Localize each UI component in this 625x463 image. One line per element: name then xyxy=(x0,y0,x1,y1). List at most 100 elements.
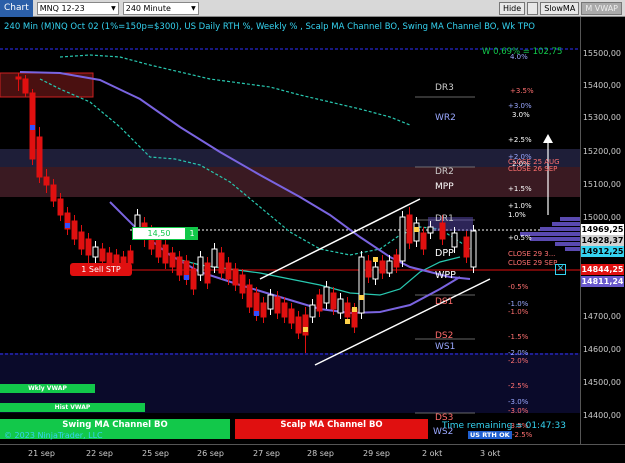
close-293-label: CLOSE 29 3... xyxy=(508,250,556,258)
pct-label: +2.5% xyxy=(508,136,532,144)
candle-body xyxy=(106,252,113,264)
signal-marker xyxy=(373,257,378,262)
panel-toggle-button[interactable] xyxy=(527,1,539,15)
order-price-box[interactable]: 14,50 xyxy=(132,227,186,240)
signal-marker xyxy=(359,295,364,300)
pct-label: 1.0% xyxy=(508,211,526,219)
chart-tab[interactable]: Chart xyxy=(0,0,33,17)
candle-body xyxy=(316,294,323,312)
candle-body xyxy=(399,216,406,262)
price-tick: 14500,00 xyxy=(582,378,621,387)
candle-body xyxy=(281,302,288,318)
price-tag: 14811,24 xyxy=(581,276,624,287)
candle-body xyxy=(246,284,253,308)
candle-body xyxy=(50,184,57,202)
candle-body xyxy=(288,308,295,324)
wr2-label: WR2 xyxy=(435,113,456,123)
candle-body xyxy=(420,232,427,250)
mpp-label: MPP xyxy=(435,182,454,192)
signal-marker xyxy=(303,327,308,332)
candle-body xyxy=(344,302,351,318)
chart-toolbar: Chart MNQ 12-23 ▼ 240 Minute ▼ Hide Slow… xyxy=(0,0,625,17)
m-vwap-button[interactable]: M VWAP xyxy=(581,1,622,15)
candle-series xyxy=(15,73,477,353)
close-sep-label: CLOSE 26 SEP xyxy=(508,165,558,173)
candle-body xyxy=(57,198,64,216)
order-qty-box[interactable]: 1 xyxy=(186,227,198,240)
dr1-label: DR1 xyxy=(435,214,454,224)
pct-label: +3.0% xyxy=(508,102,532,110)
time-tick: 2 okt xyxy=(422,449,443,458)
candle-body xyxy=(330,292,337,310)
candle-body xyxy=(239,274,246,294)
candle-body xyxy=(71,220,78,240)
price-tick: 15100,00 xyxy=(582,180,621,189)
signal-marker xyxy=(30,125,35,130)
price-tag: 14969,25 xyxy=(581,224,624,235)
channel-lower-line xyxy=(314,278,491,366)
hide-button[interactable]: Hide xyxy=(498,1,526,15)
price-tick: 14400,00 xyxy=(582,411,621,420)
sell-stop-order[interactable]: 1 Sell STP xyxy=(70,263,132,276)
candle-body xyxy=(169,252,176,268)
pct-label: -0.5% xyxy=(508,283,529,291)
candle-body xyxy=(225,262,232,280)
candle-body xyxy=(386,260,393,274)
time-tick: 3 okt xyxy=(480,449,501,458)
time-axis[interactable]: 21 sep 22 sep 25 sep 26 sep 27 sep 28 se… xyxy=(0,444,625,463)
time-tick: 25 sep xyxy=(142,449,169,458)
candle-body xyxy=(197,256,204,276)
interval-selector[interactable]: 240 Minute ▼ xyxy=(122,1,199,15)
candle-body xyxy=(463,236,470,258)
candle-body xyxy=(204,262,211,284)
signal-marker xyxy=(184,275,189,280)
close-order-icon[interactable]: ✕ xyxy=(555,264,566,275)
chevron-down-icon: ▼ xyxy=(111,4,116,12)
hist-vwap-bar: Hist VWAP xyxy=(0,403,145,412)
teal-upper-line xyxy=(59,54,411,126)
price-tick: 14700,00 xyxy=(582,312,621,321)
candle-body xyxy=(372,266,379,280)
pct-label: -1.5% xyxy=(508,333,529,341)
signal-marker xyxy=(414,227,419,232)
pct-label: -1.0% xyxy=(508,300,529,308)
candle-body xyxy=(393,254,400,268)
us-rth-badge: US RTH OK xyxy=(468,431,512,439)
price-tick: 15300,00 xyxy=(582,113,621,122)
pct-label: -2.0% xyxy=(508,357,529,365)
instrument-selector[interactable]: MNQ 12-23 ▼ xyxy=(36,1,119,15)
candle-body xyxy=(92,246,99,258)
signal-marker xyxy=(352,307,357,312)
dpp-label: DPP xyxy=(435,248,454,259)
time-tick: 22 sep xyxy=(86,449,113,458)
candle-body xyxy=(260,302,267,318)
time-tick: 21 sep xyxy=(28,449,55,458)
pct-label: -2.5% xyxy=(512,431,533,439)
pct-label: +3.5% xyxy=(510,87,534,95)
candle-body xyxy=(85,238,92,256)
time-tick: 29 sep xyxy=(363,449,390,458)
candle-body xyxy=(211,248,218,268)
price-axis[interactable]: 15500,00 15400,00 15300,00 15200,00 1510… xyxy=(580,17,625,444)
pct-label: -2.5% xyxy=(508,382,529,390)
chart-canvas xyxy=(0,48,580,414)
price-tag: 14912,25 xyxy=(581,246,624,257)
pct-label: -2.0% xyxy=(508,349,529,357)
candle-body xyxy=(427,226,434,234)
candle-body xyxy=(439,222,446,240)
pct-label: +1.5% xyxy=(508,185,532,193)
wpp-label: WPP xyxy=(435,270,456,281)
candle-body xyxy=(337,298,344,314)
candle-body xyxy=(406,214,413,244)
signal-marker xyxy=(65,223,70,228)
price-chart[interactable]: 240 Min (M)NQ Oct 02 (1%=150p=$300), US … xyxy=(0,17,580,444)
copyright-label: © 2023 NinjaTrader, LLC xyxy=(4,431,103,440)
pct-label: -1.0% xyxy=(508,308,529,316)
candle-body xyxy=(274,296,281,314)
price-tick: 15200,00 xyxy=(582,147,621,156)
pct-label: +0.5% xyxy=(508,234,532,242)
candle-body xyxy=(232,268,239,286)
pct-label: 3.0% xyxy=(512,111,530,119)
slow-ma-button[interactable]: SlowMA xyxy=(540,1,580,15)
candle-body xyxy=(365,260,372,278)
